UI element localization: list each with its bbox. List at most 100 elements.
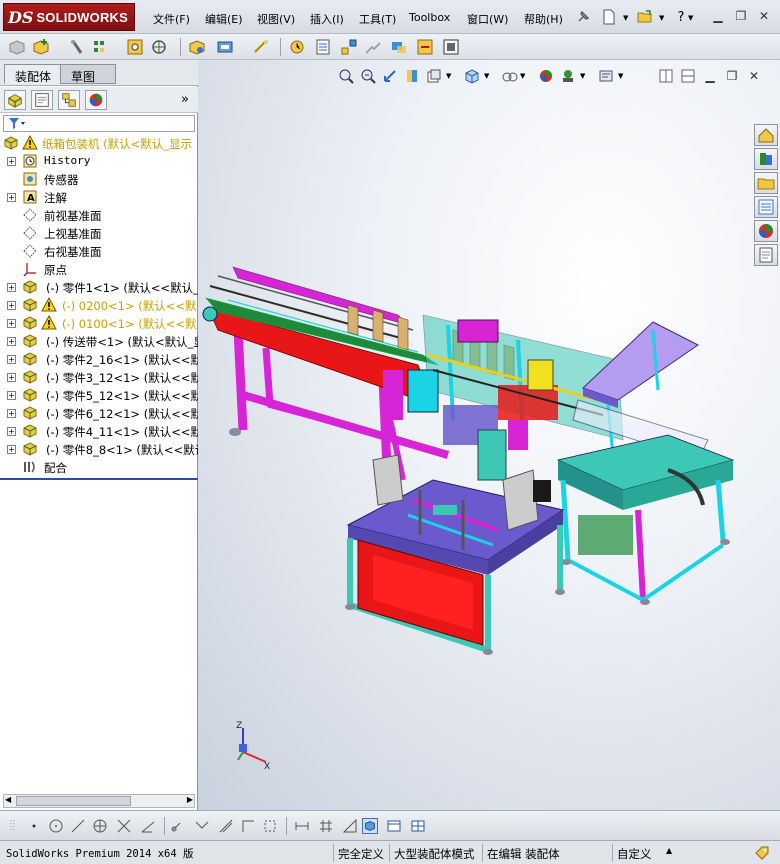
- bounding-box-icon[interactable]: [262, 818, 278, 834]
- dimension-icon[interactable]: [294, 818, 310, 834]
- expand-toggle-icon[interactable]: +: [7, 409, 16, 418]
- minimize-icon[interactable]: ▁: [710, 8, 726, 24]
- tree-item[interactable]: 原点: [0, 260, 198, 278]
- expand-toggle-icon[interactable]: +: [7, 157, 16, 166]
- expand-toggle-icon[interactable]: +: [7, 319, 16, 328]
- mate-icon[interactable]: [68, 38, 86, 56]
- circle-icon[interactable]: [48, 818, 64, 834]
- tree-item[interactable]: 传感器: [0, 170, 198, 188]
- menu-file[interactable]: 文件(F): [153, 11, 190, 27]
- instant3d-icon[interactable]: [442, 38, 460, 56]
- expand-toggle-icon[interactable]: +: [7, 391, 16, 400]
- chevron-down-icon[interactable]: ▼: [688, 14, 693, 22]
- angle-icon[interactable]: [140, 818, 156, 834]
- cross-lines-icon[interactable]: [116, 818, 132, 834]
- hide-show-icon[interactable]: [188, 38, 206, 56]
- offset-icon[interactable]: [218, 818, 234, 834]
- clearance-verification-icon[interactable]: [416, 38, 434, 56]
- chevron-up-icon[interactable]: ▲: [666, 846, 672, 855]
- move-component-icon[interactable]: [150, 38, 168, 56]
- tree-item[interactable]: + (-) 零件4_11<1> (默认<<默: [0, 422, 202, 440]
- tree-item[interactable]: + (-) 零件8_8<1> (默认<<默认: [0, 440, 206, 458]
- display-manager-icon[interactable]: [85, 90, 107, 110]
- line-icon[interactable]: [70, 818, 86, 834]
- tree-item[interactable]: 前视基准面: [0, 206, 198, 224]
- pin-icon[interactable]: [574, 8, 592, 26]
- tab-sketch[interactable]: 草图: [60, 64, 116, 84]
- filter-icon[interactable]: [8, 117, 26, 130]
- new-motion-study-icon[interactable]: [288, 38, 306, 56]
- property-manager-icon[interactable]: [31, 90, 53, 110]
- open-folder-icon[interactable]: [636, 8, 654, 26]
- expand-toggle-icon[interactable]: +: [7, 337, 16, 346]
- exploded-view-icon[interactable]: [340, 38, 358, 56]
- polygon-icon[interactable]: [92, 818, 108, 834]
- assembly-model[interactable]: Z X: [198, 60, 780, 810]
- corner-icon[interactable]: [240, 818, 256, 834]
- restore-icon[interactable]: ❐: [733, 8, 749, 24]
- large-assembly-status[interactable]: 大型装配体模式: [389, 844, 479, 862]
- pattern-icon[interactable]: [92, 38, 110, 56]
- new-document-icon[interactable]: [600, 8, 618, 26]
- tree-item[interactable]: + History: [0, 152, 198, 170]
- tree-item[interactable]: 右视基准面: [0, 242, 198, 260]
- tree-item[interactable]: 上视基准面: [0, 224, 198, 242]
- tree-item[interactable]: 配合: [0, 458, 198, 476]
- menu-window[interactable]: 窗口(W): [467, 11, 508, 27]
- chevron-down-icon[interactable]: ▼: [623, 14, 628, 22]
- bill-of-materials-icon[interactable]: [314, 38, 332, 56]
- slot-icon[interactable]: [170, 818, 186, 834]
- expand-panel-button[interactable]: »: [181, 92, 189, 107]
- scroll-right-icon[interactable]: ▶: [187, 795, 193, 804]
- assembly-features-icon[interactable]: [216, 38, 234, 56]
- chevron-down-icon[interactable]: ▼: [659, 14, 664, 22]
- tree-item[interactable]: + (-) 零件2_16<1> (默认<<默: [0, 350, 202, 368]
- horizontal-scrollbar[interactable]: ◀ ▶: [3, 794, 195, 808]
- expand-toggle-icon[interactable]: +: [7, 193, 16, 202]
- tree-item[interactable]: + A 注解: [0, 188, 198, 206]
- tab-assembly[interactable]: 装配体: [4, 64, 63, 84]
- tree-item[interactable]: + (-) 0100<1> (默认<<默认_: [0, 314, 214, 332]
- menu-tools[interactable]: 工具(T): [359, 11, 396, 27]
- expand-toggle-icon[interactable]: +: [7, 373, 16, 382]
- explode-line-sketch-icon[interactable]: [364, 38, 382, 56]
- units-status[interactable]: 自定义: [612, 844, 656, 862]
- tree-item[interactable]: + (-) 零件3_12<1> (默认<<默: [0, 368, 202, 386]
- expand-toggle-icon[interactable]: +: [7, 427, 16, 436]
- configuration-manager-icon[interactable]: [58, 90, 80, 110]
- tree-root-assembly[interactable]: 纸箱包装机 (默认<默认_显示: [0, 134, 198, 152]
- expand-toggle-icon[interactable]: +: [7, 301, 16, 310]
- solidworks-logo[interactable]: DS SOLIDWORKS: [3, 3, 135, 31]
- close-icon[interactable]: ✕: [756, 8, 772, 24]
- tree-item[interactable]: + (-) 0200<1> (默认<<默认_: [0, 296, 214, 314]
- smart-fasteners-icon[interactable]: [126, 38, 144, 56]
- table-layout-icon[interactable]: [410, 818, 426, 834]
- scroll-left-icon[interactable]: ◀: [5, 795, 11, 804]
- menu-help[interactable]: 帮助(H): [524, 11, 563, 27]
- graphics-area[interactable]: ▼ ▼ ▼ ▼ ▼ ▁ ❐ ✕ Z X: [198, 60, 780, 810]
- tree-item[interactable]: + (-) 零件1<1> (默认<<默认_: [0, 278, 199, 296]
- shaded-view-icon[interactable]: [362, 818, 378, 834]
- point-icon[interactable]: [26, 818, 42, 834]
- tag-icon[interactable]: [754, 845, 770, 861]
- tree-item[interactable]: + (-) 零件5_12<1> (默认<<默: [0, 386, 202, 404]
- expand-toggle-icon[interactable]: +: [7, 283, 16, 292]
- menu-insert[interactable]: 插入(I): [310, 11, 344, 27]
- tree-item[interactable]: + (-) 传送带<1> (默认<默认_显: [0, 332, 205, 350]
- scrollbar-thumb[interactable]: [16, 796, 131, 806]
- tree-item[interactable]: + (-) 零件6_12<1> (默认<<默: [0, 404, 202, 422]
- menu-toolbox[interactable]: Toolbox: [409, 11, 450, 24]
- menu-view[interactable]: 视图(V): [257, 11, 295, 27]
- edit-component-icon[interactable]: [8, 38, 26, 56]
- window-layout-icon[interactable]: [386, 818, 402, 834]
- reference-geometry-icon[interactable]: [252, 38, 270, 56]
- grid-icon[interactable]: [318, 818, 334, 834]
- triangle-icon[interactable]: [342, 818, 358, 834]
- featuremanager-tree-icon[interactable]: [4, 90, 26, 110]
- insert-component-icon[interactable]: [32, 38, 50, 56]
- menu-edit[interactable]: 编辑(E): [205, 11, 243, 27]
- expand-toggle-icon[interactable]: +: [7, 355, 16, 364]
- filter-box[interactable]: [3, 115, 195, 132]
- fillet-icon[interactable]: [194, 818, 210, 834]
- interference-detection-icon[interactable]: [390, 38, 408, 56]
